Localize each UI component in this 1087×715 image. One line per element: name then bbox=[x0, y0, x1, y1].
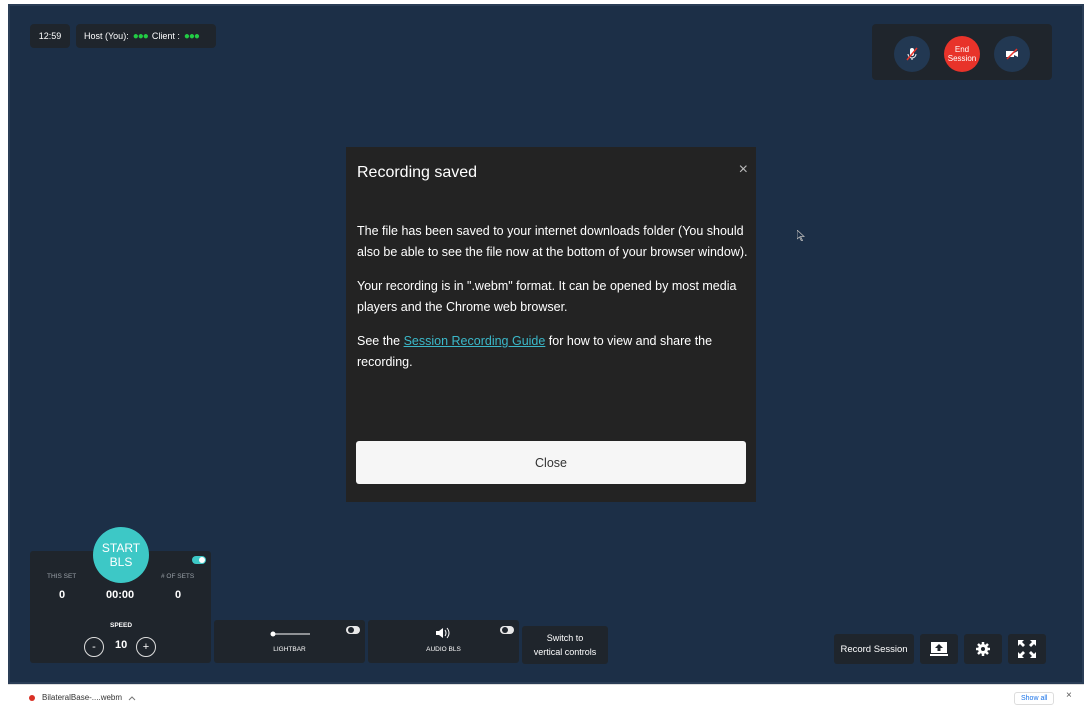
audio-bls-toggle[interactable] bbox=[500, 626, 514, 634]
this-set-label: THIS SET bbox=[47, 573, 77, 580]
bls-timer: 00:00 bbox=[106, 589, 135, 601]
speed-value: 10 bbox=[115, 639, 128, 651]
end-label-line2: Session bbox=[947, 54, 977, 63]
speaker-icon bbox=[436, 627, 450, 639]
mute-mic-button[interactable] bbox=[894, 36, 930, 72]
modal-title: Recording saved bbox=[357, 164, 478, 181]
modal-body: The file has been saved to your internet… bbox=[357, 221, 749, 386]
gear-icon bbox=[976, 642, 990, 656]
audio-bls-control: AUDIO BLS bbox=[368, 620, 519, 663]
session-clock: 12:59 bbox=[30, 24, 70, 48]
modal-paragraph-2: Your recording is in ".webm" format. It … bbox=[357, 279, 737, 314]
downloads-bar: BilateralBase-....webm Show all × bbox=[8, 684, 1084, 711]
switch-vertical-controls-button[interactable]: Switch to vertical controls bbox=[522, 626, 608, 664]
modal-paragraph-3: See the Session Recording Guide for how … bbox=[357, 331, 749, 373]
record-session-button[interactable]: Record Session bbox=[834, 634, 914, 664]
client-label: Client : bbox=[151, 31, 180, 41]
host-label: Host (You): bbox=[84, 31, 129, 41]
host-status-dots: ●●● bbox=[132, 30, 149, 42]
mouse-cursor-icon bbox=[796, 229, 806, 244]
camera-off-icon bbox=[1006, 48, 1018, 60]
client-status-dots: ●●● bbox=[183, 30, 200, 42]
end-label-line1: End bbox=[954, 45, 970, 54]
session-recording-guide-link[interactable]: Session Recording Guide bbox=[404, 334, 546, 348]
fullscreen-icon bbox=[1018, 640, 1036, 658]
file-icon bbox=[29, 694, 35, 701]
recording-saved-modal: Recording saved × The file has been save… bbox=[346, 147, 756, 502]
lightbar-control: LIGHTBAR bbox=[214, 620, 365, 663]
upload-screen-icon bbox=[930, 642, 948, 656]
call-controls: End Session bbox=[872, 24, 1052, 80]
start-line2: BLS bbox=[109, 555, 133, 569]
close-button[interactable]: Close bbox=[356, 441, 746, 484]
download-item[interactable]: BilateralBase-....webm bbox=[28, 693, 136, 702]
this-set-value: 0 bbox=[59, 589, 66, 601]
downloads-close-icon[interactable]: × bbox=[1066, 690, 1072, 701]
mic-off-icon bbox=[906, 47, 918, 61]
speed-label: SPEED bbox=[110, 622, 133, 629]
show-all-button[interactable]: Show all bbox=[1014, 692, 1055, 705]
modal-paragraph-1: The file has been saved to your internet… bbox=[357, 224, 748, 259]
settings-button[interactable] bbox=[964, 634, 1002, 664]
start-line1: START bbox=[101, 541, 141, 555]
connection-status: Host (You): ●●● Client : ●●● bbox=[76, 24, 216, 48]
end-session-button[interactable]: End Session bbox=[944, 36, 980, 72]
bls-toggle[interactable] bbox=[192, 556, 206, 564]
audio-bls-label: AUDIO BLS bbox=[426, 646, 461, 653]
fullscreen-button[interactable] bbox=[1008, 634, 1046, 664]
time-text: 12:59 bbox=[38, 31, 62, 41]
lightbar-toggle[interactable] bbox=[346, 626, 360, 634]
guide-text-before: See the bbox=[357, 334, 404, 348]
lightbar-slider-icon[interactable] bbox=[270, 630, 312, 638]
lightbar-label: LIGHTBAR bbox=[273, 646, 306, 653]
switch-line2: vertical controls bbox=[533, 647, 597, 657]
speed-increase-button[interactable]: + bbox=[136, 637, 156, 657]
share-screen-button[interactable] bbox=[920, 634, 958, 664]
sets-label: # OF SETS bbox=[161, 573, 195, 580]
chevron-up-icon[interactable] bbox=[128, 695, 136, 701]
download-file-name: BilateralBase-....webm bbox=[42, 693, 123, 702]
camera-off-button[interactable] bbox=[994, 36, 1030, 72]
modal-close-icon[interactable]: × bbox=[739, 161, 748, 179]
switch-line1: Switch to bbox=[546, 633, 584, 643]
start-bls-button[interactable]: START BLS bbox=[93, 527, 149, 583]
sets-value: 0 bbox=[175, 589, 182, 601]
speed-decrease-button[interactable]: - bbox=[84, 637, 104, 657]
